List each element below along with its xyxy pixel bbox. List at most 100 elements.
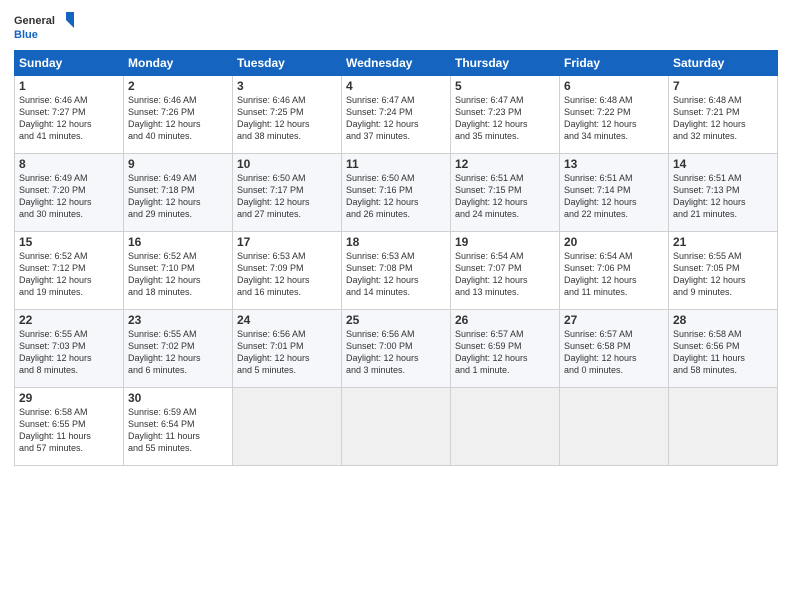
calendar-cell: 1Sunrise: 6:46 AM Sunset: 7:27 PM Daylig… [15,76,124,154]
day-info: Sunrise: 6:56 AM Sunset: 7:01 PM Dayligh… [237,328,337,377]
calendar-cell [560,388,669,466]
calendar-cell [669,388,778,466]
day-info: Sunrise: 6:50 AM Sunset: 7:16 PM Dayligh… [346,172,446,221]
calendar-cell: 4Sunrise: 6:47 AM Sunset: 7:24 PM Daylig… [342,76,451,154]
day-info: Sunrise: 6:53 AM Sunset: 7:09 PM Dayligh… [237,250,337,299]
calendar-cell: 20Sunrise: 6:54 AM Sunset: 7:06 PM Dayli… [560,232,669,310]
day-number: 21 [673,235,773,249]
calendar-page: General Blue SundayMondayTuesdayWednesda… [0,0,792,612]
calendar-cell [451,388,560,466]
calendar-cell: 2Sunrise: 6:46 AM Sunset: 7:26 PM Daylig… [124,76,233,154]
day-number: 25 [346,313,446,327]
weekday-tuesday: Tuesday [233,51,342,76]
day-info: Sunrise: 6:46 AM Sunset: 7:27 PM Dayligh… [19,94,119,143]
weekday-wednesday: Wednesday [342,51,451,76]
day-info: Sunrise: 6:49 AM Sunset: 7:20 PM Dayligh… [19,172,119,221]
weekday-monday: Monday [124,51,233,76]
day-info: Sunrise: 6:58 AM Sunset: 6:56 PM Dayligh… [673,328,773,377]
calendar-table: SundayMondayTuesdayWednesdayThursdayFrid… [14,50,778,466]
day-info: Sunrise: 6:58 AM Sunset: 6:55 PM Dayligh… [19,406,119,455]
day-number: 28 [673,313,773,327]
day-info: Sunrise: 6:46 AM Sunset: 7:26 PM Dayligh… [128,94,228,143]
calendar-cell: 15Sunrise: 6:52 AM Sunset: 7:12 PM Dayli… [15,232,124,310]
week-row-4: 22Sunrise: 6:55 AM Sunset: 7:03 PM Dayli… [15,310,778,388]
day-number: 30 [128,391,228,405]
day-number: 17 [237,235,337,249]
week-row-1: 1Sunrise: 6:46 AM Sunset: 7:27 PM Daylig… [15,76,778,154]
calendar-cell: 12Sunrise: 6:51 AM Sunset: 7:15 PM Dayli… [451,154,560,232]
calendar-cell: 22Sunrise: 6:55 AM Sunset: 7:03 PM Dayli… [15,310,124,388]
day-number: 9 [128,157,228,171]
calendar-cell: 23Sunrise: 6:55 AM Sunset: 7:02 PM Dayli… [124,310,233,388]
calendar-cell: 13Sunrise: 6:51 AM Sunset: 7:14 PM Dayli… [560,154,669,232]
day-number: 1 [19,79,119,93]
day-info: Sunrise: 6:48 AM Sunset: 7:22 PM Dayligh… [564,94,664,143]
day-info: Sunrise: 6:46 AM Sunset: 7:25 PM Dayligh… [237,94,337,143]
day-info: Sunrise: 6:49 AM Sunset: 7:18 PM Dayligh… [128,172,228,221]
weekday-friday: Friday [560,51,669,76]
day-info: Sunrise: 6:51 AM Sunset: 7:14 PM Dayligh… [564,172,664,221]
day-info: Sunrise: 6:57 AM Sunset: 6:58 PM Dayligh… [564,328,664,377]
day-number: 10 [237,157,337,171]
calendar-cell: 21Sunrise: 6:55 AM Sunset: 7:05 PM Dayli… [669,232,778,310]
calendar-cell [342,388,451,466]
calendar-cell: 6Sunrise: 6:48 AM Sunset: 7:22 PM Daylig… [560,76,669,154]
day-number: 19 [455,235,555,249]
calendar-cell: 16Sunrise: 6:52 AM Sunset: 7:10 PM Dayli… [124,232,233,310]
weekday-saturday: Saturday [669,51,778,76]
day-info: Sunrise: 6:47 AM Sunset: 7:24 PM Dayligh… [346,94,446,143]
day-number: 12 [455,157,555,171]
day-info: Sunrise: 6:51 AM Sunset: 7:13 PM Dayligh… [673,172,773,221]
day-info: Sunrise: 6:47 AM Sunset: 7:23 PM Dayligh… [455,94,555,143]
day-number: 7 [673,79,773,93]
day-info: Sunrise: 6:54 AM Sunset: 7:06 PM Dayligh… [564,250,664,299]
day-number: 26 [455,313,555,327]
calendar-cell: 28Sunrise: 6:58 AM Sunset: 6:56 PM Dayli… [669,310,778,388]
day-number: 29 [19,391,119,405]
day-number: 15 [19,235,119,249]
day-number: 18 [346,235,446,249]
calendar-cell: 7Sunrise: 6:48 AM Sunset: 7:21 PM Daylig… [669,76,778,154]
day-info: Sunrise: 6:53 AM Sunset: 7:08 PM Dayligh… [346,250,446,299]
calendar-cell [233,388,342,466]
calendar-cell: 5Sunrise: 6:47 AM Sunset: 7:23 PM Daylig… [451,76,560,154]
day-info: Sunrise: 6:55 AM Sunset: 7:02 PM Dayligh… [128,328,228,377]
calendar-cell: 29Sunrise: 6:58 AM Sunset: 6:55 PM Dayli… [15,388,124,466]
day-number: 16 [128,235,228,249]
calendar-cell: 9Sunrise: 6:49 AM Sunset: 7:18 PM Daylig… [124,154,233,232]
day-number: 6 [564,79,664,93]
day-number: 3 [237,79,337,93]
day-number: 24 [237,313,337,327]
general-blue-logo: General Blue [14,10,74,44]
day-info: Sunrise: 6:56 AM Sunset: 7:00 PM Dayligh… [346,328,446,377]
svg-text:General: General [14,15,55,27]
calendar-cell: 18Sunrise: 6:53 AM Sunset: 7:08 PM Dayli… [342,232,451,310]
calendar-cell: 30Sunrise: 6:59 AM Sunset: 6:54 PM Dayli… [124,388,233,466]
day-info: Sunrise: 6:55 AM Sunset: 7:05 PM Dayligh… [673,250,773,299]
day-number: 11 [346,157,446,171]
day-number: 4 [346,79,446,93]
day-info: Sunrise: 6:52 AM Sunset: 7:10 PM Dayligh… [128,250,228,299]
calendar-cell: 8Sunrise: 6:49 AM Sunset: 7:20 PM Daylig… [15,154,124,232]
day-number: 13 [564,157,664,171]
day-number: 20 [564,235,664,249]
day-info: Sunrise: 6:51 AM Sunset: 7:15 PM Dayligh… [455,172,555,221]
day-number: 22 [19,313,119,327]
weekday-header-row: SundayMondayTuesdayWednesdayThursdayFrid… [15,51,778,76]
calendar-cell: 10Sunrise: 6:50 AM Sunset: 7:17 PM Dayli… [233,154,342,232]
header: General Blue [14,10,778,44]
day-info: Sunrise: 6:55 AM Sunset: 7:03 PM Dayligh… [19,328,119,377]
calendar-cell: 3Sunrise: 6:46 AM Sunset: 7:25 PM Daylig… [233,76,342,154]
calendar-cell: 24Sunrise: 6:56 AM Sunset: 7:01 PM Dayli… [233,310,342,388]
logo: General Blue [14,10,74,44]
day-info: Sunrise: 6:50 AM Sunset: 7:17 PM Dayligh… [237,172,337,221]
calendar-cell: 27Sunrise: 6:57 AM Sunset: 6:58 PM Dayli… [560,310,669,388]
calendar-cell: 11Sunrise: 6:50 AM Sunset: 7:16 PM Dayli… [342,154,451,232]
calendar-cell: 19Sunrise: 6:54 AM Sunset: 7:07 PM Dayli… [451,232,560,310]
day-number: 23 [128,313,228,327]
week-row-2: 8Sunrise: 6:49 AM Sunset: 7:20 PM Daylig… [15,154,778,232]
calendar-cell: 14Sunrise: 6:51 AM Sunset: 7:13 PM Dayli… [669,154,778,232]
calendar-cell: 26Sunrise: 6:57 AM Sunset: 6:59 PM Dayli… [451,310,560,388]
weekday-sunday: Sunday [15,51,124,76]
weekday-thursday: Thursday [451,51,560,76]
